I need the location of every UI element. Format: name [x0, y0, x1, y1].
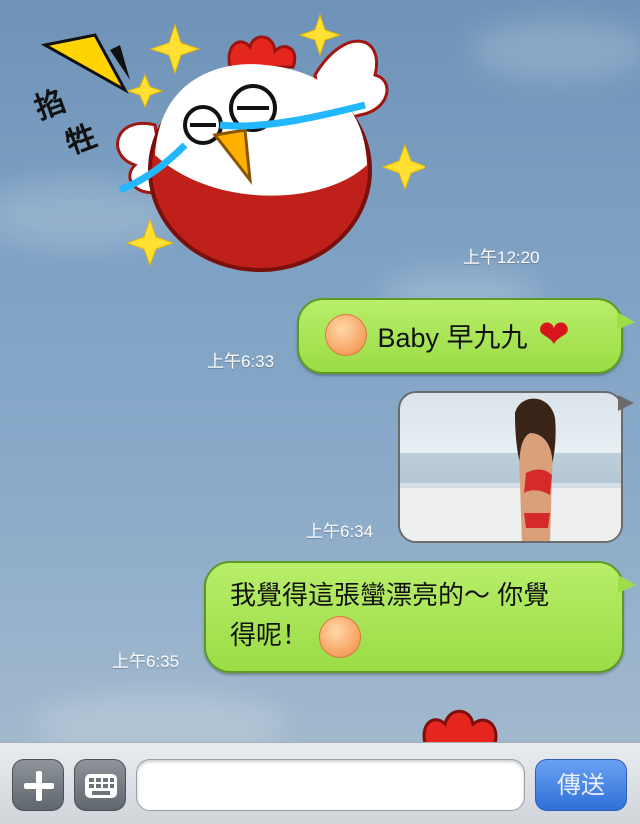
cloud [470, 20, 640, 80]
photo-image [400, 398, 621, 541]
message-bubble[interactable]: Baby 早九九 ❤ [297, 298, 635, 374]
add-button[interactable] [12, 759, 64, 811]
message-time: 上午6:35 [112, 652, 180, 671]
message-input[interactable] [136, 759, 525, 811]
message-time: 上午6:33 [207, 352, 275, 371]
photo-message[interactable] [398, 391, 623, 543]
message-text: 我覺得這張蠻漂亮的～ 你覺 [230, 580, 550, 610]
kiss-face-icon [325, 314, 367, 356]
message-time: 上午12:20 [463, 248, 540, 267]
bubble-tail [618, 395, 634, 411]
message-bubble[interactable]: 我覺得這張蠻漂亮的～ 你覺 得呢！ [204, 561, 636, 673]
message-text-line2-row: 得呢！ [230, 613, 606, 659]
keyboard-icon [85, 774, 117, 798]
message-text: Baby 早九九 [377, 322, 528, 353]
smiley-face-icon [319, 616, 362, 659]
plus-icon [24, 771, 54, 801]
partial-sticker[interactable] [415, 702, 505, 744]
message-time: 上午6:34 [306, 522, 374, 541]
chicken-comb-icon [422, 709, 498, 744]
keyboard-button[interactable] [74, 759, 126, 811]
heart-icon: ❤ [537, 314, 570, 356]
message-text: 得呢！ [230, 620, 309, 650]
send-button[interactable]: 傳送 [535, 759, 627, 811]
input-toolbar: 傳送 [0, 742, 640, 824]
